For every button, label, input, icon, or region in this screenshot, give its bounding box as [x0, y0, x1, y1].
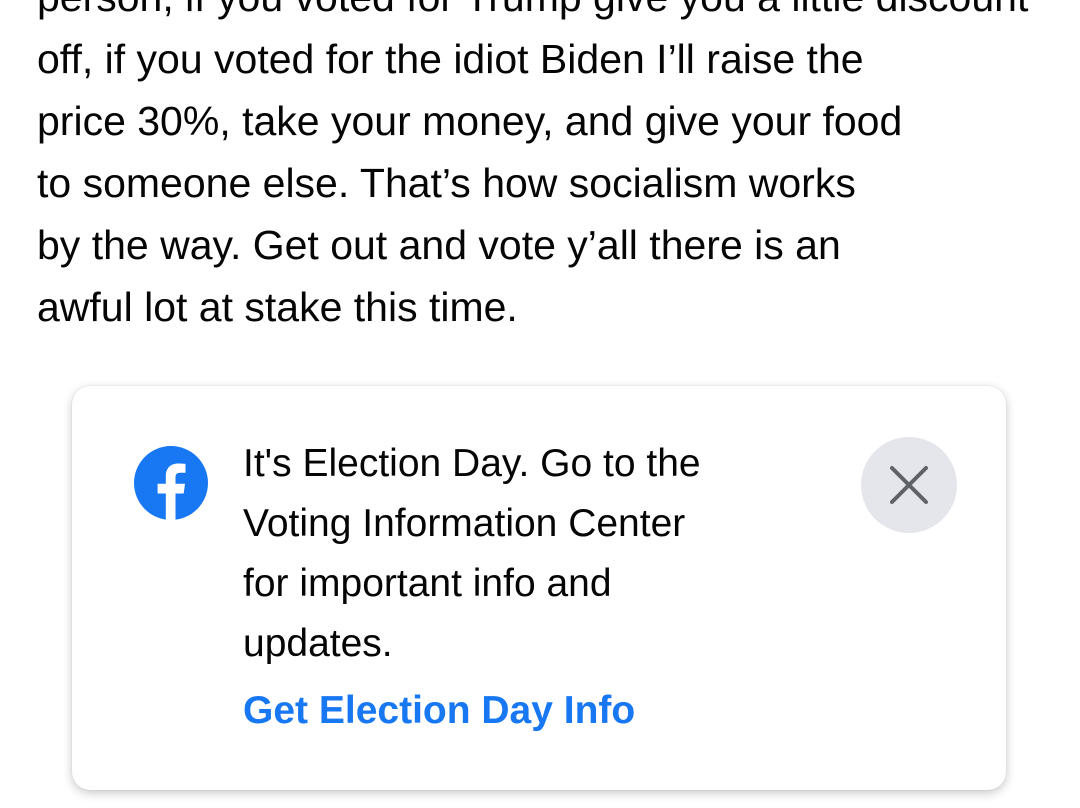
election-day-message-line: for important info and: [243, 562, 612, 605]
get-election-day-info-link[interactable]: Get Election Day Info: [243, 683, 635, 739]
election-day-message-line: It's Election Day. Go to the: [243, 442, 701, 485]
election-day-message-line: updates.: [243, 622, 393, 665]
post-text: person, if you voted for Trump give you …: [37, 0, 1047, 338]
post-text-line: to someone else. That’s how socialism wo…: [37, 160, 856, 206]
election-day-notice-card: It's Election Day. Go to the Voting Info…: [72, 386, 1006, 790]
post-text-line: awful lot at stake this time.: [37, 284, 518, 330]
close-notice-button[interactable]: [861, 437, 957, 533]
post-text-line: price 30%, take your money, and give you…: [37, 98, 903, 144]
close-icon: [887, 463, 931, 507]
facebook-logo-icon: [134, 446, 208, 520]
post-text-line: by the way. Get out and vote y’all there…: [37, 222, 841, 268]
election-day-message-line: Voting Information Center: [243, 502, 686, 545]
election-day-message: It's Election Day. Go to the Voting Info…: [243, 434, 803, 674]
post-text-line: person, if you voted for Trump give you …: [37, 0, 1047, 28]
post-text-line: off, if you voted for the idiot Biden I’…: [37, 36, 864, 82]
